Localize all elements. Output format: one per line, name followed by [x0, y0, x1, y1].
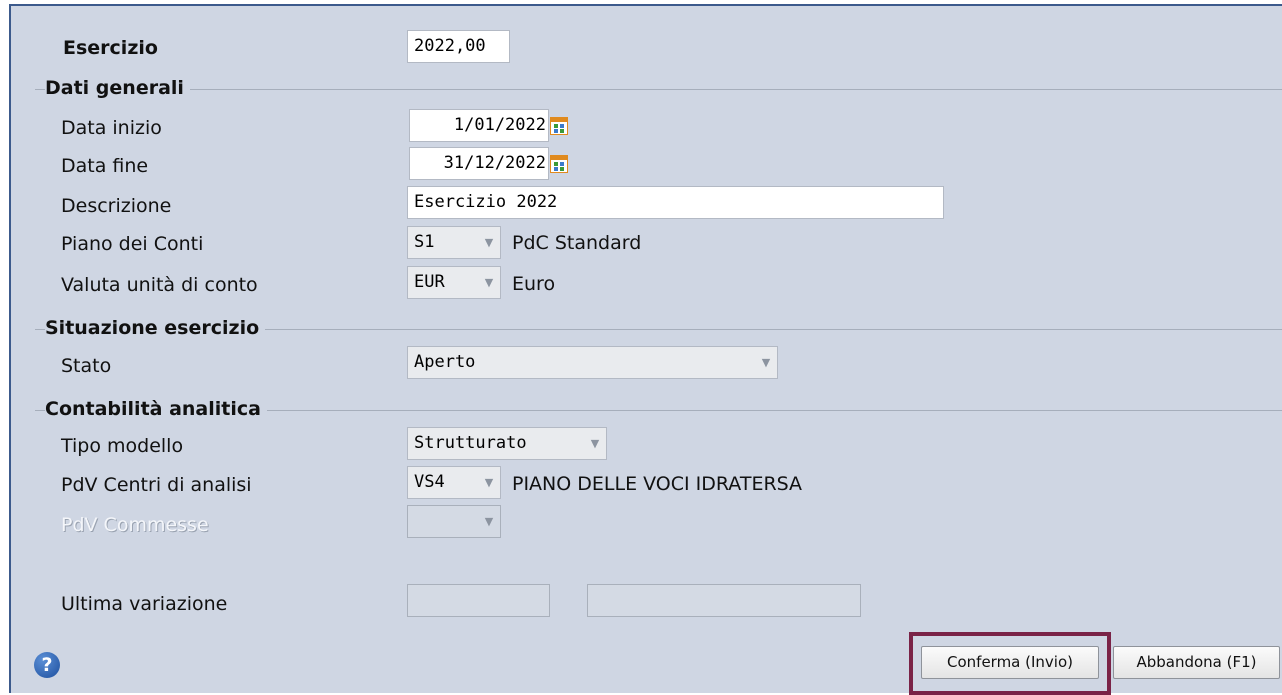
pdv-centri-label: PdV Centri di analisi — [61, 474, 252, 496]
chevron-down-icon[interactable]: ▼ — [478, 467, 500, 498]
pdv-centri-code: VS4 — [414, 472, 445, 492]
dialog-panel: Esercizio 2022,00 Dati generali Data ini… — [9, 4, 1282, 695]
valuta-code: EUR — [414, 272, 445, 292]
chevron-down-icon[interactable]: ▼ — [478, 267, 500, 298]
descrizione-input[interactable]: Esercizio 2022 — [407, 186, 944, 219]
ultima-variazione-label: Ultima variazione — [61, 593, 228, 615]
descrizione-label: Descrizione — [61, 195, 172, 217]
data-fine-input[interactable]: 31/12/2022 — [409, 147, 549, 180]
section-title-situazione: Situazione esercizio — [45, 317, 266, 339]
pdv-commesse-label: PdV Commesse — [61, 514, 209, 536]
piano-conti-select[interactable]: S1 ▼ — [407, 226, 501, 259]
calendar-icon[interactable] — [550, 155, 568, 173]
pdv-centri-description: PIANO DELLE VOCI IDRATERSA — [512, 473, 803, 495]
section-title-analitica: Contabilità analitica — [45, 398, 267, 420]
tipo-modello-value: Strutturato — [414, 433, 527, 453]
pdv-commesse-select: ▼ — [407, 505, 501, 538]
section-divider — [35, 89, 1282, 90]
section-title-dati-generali: Dati generali — [45, 77, 190, 99]
chevron-down-icon[interactable]: ▼ — [584, 428, 606, 459]
stato-value: Aperto — [414, 352, 476, 372]
valuta-description: Euro — [512, 273, 556, 295]
chevron-down-icon: ▼ — [484, 515, 494, 528]
help-icon[interactable]: ? — [34, 652, 60, 678]
esercizio-label: Esercizio — [63, 37, 158, 59]
stato-label: Stato — [61, 355, 112, 377]
esercizio-input[interactable]: 2022,00 — [407, 30, 510, 63]
data-fine-label: Data fine — [61, 155, 149, 177]
chevron-down-icon[interactable]: ▼ — [478, 227, 500, 258]
piano-conti-code: S1 — [414, 232, 435, 252]
tipo-modello-select[interactable]: Strutturato ▼ — [407, 427, 607, 460]
calendar-icon[interactable] — [550, 117, 568, 135]
ultima-variazione-user — [587, 584, 861, 617]
chevron-down-icon[interactable]: ▼ — [755, 347, 777, 378]
confirm-button[interactable]: Conferma (Invio) — [921, 646, 1099, 679]
piano-conti-label: Piano dei Conti — [61, 233, 204, 255]
pdv-centri-select[interactable]: VS4 ▼ — [407, 466, 501, 499]
valuta-select[interactable]: EUR ▼ — [407, 266, 501, 299]
tipo-modello-label: Tipo modello — [61, 435, 184, 457]
valuta-label: Valuta unità di conto — [61, 274, 258, 296]
data-inizio-label: Data inizio — [61, 117, 162, 139]
cancel-button[interactable]: Abbandona (F1) — [1113, 646, 1280, 679]
piano-conti-description: PdC Standard — [512, 232, 642, 254]
ultima-variazione-date — [407, 584, 550, 617]
stato-select[interactable]: Aperto ▼ — [407, 346, 778, 379]
data-inizio-input[interactable]: 1/01/2022 — [409, 109, 549, 142]
